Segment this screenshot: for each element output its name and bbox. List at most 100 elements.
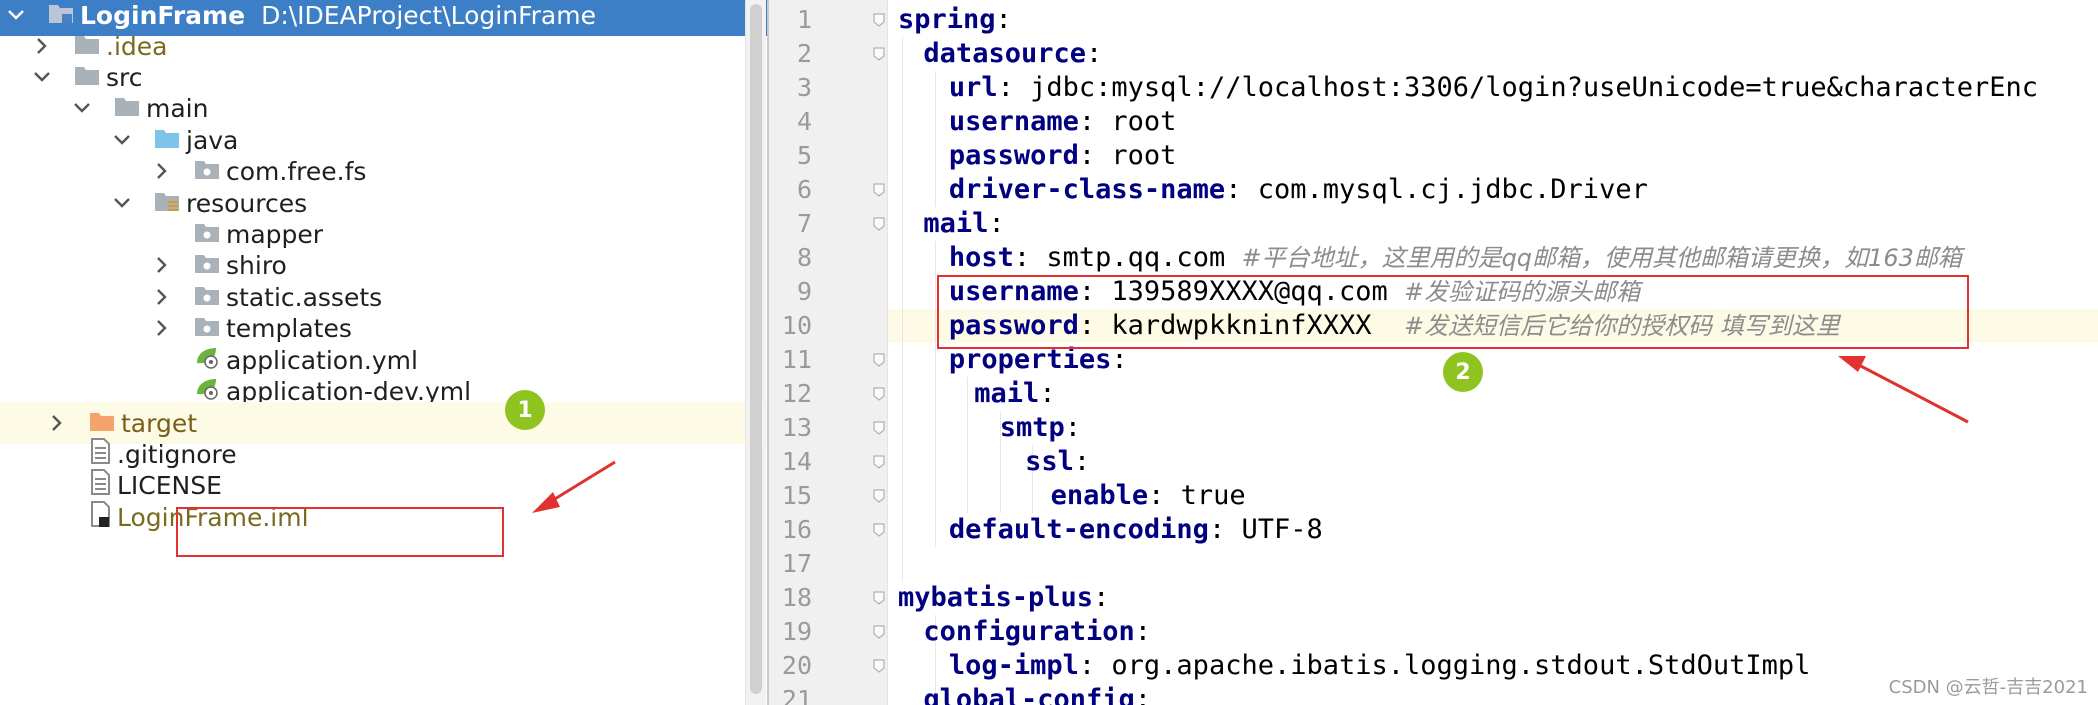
code-line[interactable]: default-encoding: UTF-8 (949, 513, 1323, 547)
fold-marker-icon[interactable] (873, 591, 885, 605)
code-line[interactable]: log-impl: org.apache.ibatis.logging.stdo… (949, 649, 1811, 683)
tree-scrollbar[interactable] (745, 0, 766, 705)
project-tree-panel: LoginFrame D:\IDEAProject\LoginFrame .id… (0, 0, 767, 705)
yaml-key: configuration (923, 616, 1135, 647)
yaml-separator: : (1078, 140, 1112, 171)
annotation-badge-1: 1 (505, 390, 545, 430)
line-number: 14 (781, 447, 812, 476)
fold-marker-icon[interactable] (873, 625, 885, 639)
yaml-key: username (948, 106, 1079, 137)
fold-marker-icon[interactable] (873, 183, 885, 197)
line-number: 9 (796, 277, 812, 306)
code-line[interactable]: host: smtp.qq.com #平台地址，这里用的是qq邮箱，使用其他邮箱… (949, 241, 1962, 275)
chevron-down-icon[interactable] (32, 67, 52, 87)
yaml-separator: : (1039, 378, 1056, 409)
yaml-key: mail (923, 208, 989, 239)
indent-guide (902, 37, 903, 581)
chevron-right-icon[interactable] (32, 36, 52, 56)
line-number: 20 (781, 651, 812, 680)
line-number: 18 (781, 583, 812, 612)
code-line[interactable]: driver-class-name: com.mysql.cj.jdbc.Dri… (949, 173, 1648, 207)
yaml-value: com.mysql.cj.jdbc.Driver (1257, 174, 1648, 205)
line-number: 19 (781, 617, 812, 646)
editor-gutter: 1 2 3 4 5 6 7 8 9 10 11 12 13 14 15 16 17 18 19 20 21 (769, 0, 888, 705)
yaml-key: datasource (923, 38, 1086, 69)
yaml-key: ssl (1025, 446, 1074, 477)
fold-marker-icon[interactable] (873, 217, 885, 231)
code-line[interactable]: enable: true (1051, 479, 1246, 513)
line-number: 12 (781, 379, 812, 408)
fold-marker-icon[interactable] (873, 387, 885, 401)
chevron-right-icon[interactable] (152, 287, 172, 307)
yaml-separator: : (988, 208, 1005, 239)
indent-guide (967, 377, 969, 513)
yaml-separator: : (1093, 582, 1110, 613)
line-number: 10 (781, 311, 812, 340)
fold-marker-icon[interactable] (873, 13, 885, 27)
yaml-key: spring (898, 4, 996, 35)
line-number: 11 (781, 345, 812, 374)
yaml-value: org.apache.ibatis.logging.stdout.StdOutI… (1111, 650, 1811, 681)
annotation-highlight-box (937, 275, 1969, 349)
yaml-separator: : (1134, 684, 1152, 705)
fold-marker-icon[interactable] (873, 353, 885, 367)
code-line[interactable]: datasource: (923, 37, 1102, 71)
yaml-value: true (1180, 480, 1246, 511)
chevron-down-icon[interactable] (112, 130, 132, 150)
yaml-key: password (948, 140, 1079, 171)
code-line[interactable]: spring: (898, 3, 1012, 37)
watermark: CSDN @云哲-吉吉2021 (1888, 677, 2088, 698)
yaml-key: enable (1050, 480, 1149, 511)
yaml-separator: : (997, 72, 1031, 103)
code-line[interactable]: mybatis-plus: (898, 581, 1109, 615)
yaml-separator: : (1078, 650, 1112, 681)
code-line[interactable]: url: jdbc:mysql://localhost:3306/login?u… (949, 71, 2038, 105)
line-number: 17 (781, 549, 812, 578)
code-line[interactable]: ssl: (1025, 445, 1090, 479)
code-line[interactable]: mail: (923, 207, 1004, 241)
fold-marker-icon[interactable] (873, 489, 885, 503)
line-number: 15 (781, 481, 812, 510)
annotation-badge-2: 2 (1443, 352, 1483, 392)
line-number: 13 (781, 413, 812, 442)
chevron-right-icon[interactable] (152, 161, 172, 181)
yaml-separator: : (1225, 174, 1258, 205)
yaml-key: host (948, 242, 1014, 273)
code-line[interactable]: username: root (949, 105, 1177, 139)
chevron-down-icon[interactable] (72, 98, 92, 118)
line-number: 5 (796, 141, 812, 170)
code-line[interactable]: mail: (974, 377, 1055, 411)
chevron-down-icon[interactable] (6, 5, 26, 25)
chevron-right-icon[interactable] (47, 413, 67, 433)
line-number: 4 (796, 107, 812, 136)
fold-marker-icon[interactable] (873, 421, 885, 435)
yaml-separator: : (1208, 514, 1242, 545)
chevron-down-icon[interactable] (112, 193, 132, 213)
code-line[interactable]: smtp: (1000, 411, 1081, 445)
line-number: 6 (796, 175, 812, 204)
yaml-comment: #平台地址，这里用的是qq邮箱，使用其他邮箱请更换，如163邮箱 (1241, 244, 1962, 272)
line-number: 16 (781, 515, 812, 544)
yaml-key: driver-class-name (948, 174, 1226, 205)
line-number: 21 (781, 685, 812, 705)
indent-guide (934, 241, 936, 547)
yaml-key: mail (974, 378, 1040, 409)
line-number: 8 (796, 243, 812, 272)
fold-marker-icon[interactable] (873, 523, 885, 537)
chevron-right-icon[interactable] (152, 318, 172, 338)
yaml-key: url (948, 72, 998, 103)
code-line[interactable]: global-config: (923, 683, 1151, 705)
fold-marker-icon[interactable] (873, 47, 885, 61)
code-editor[interactable]: 1 2 3 4 5 6 7 8 9 10 11 12 13 14 15 16 17 18 19 20 21 spring… (767, 0, 2098, 705)
code-line[interactable]: configuration: (923, 615, 1151, 649)
line-number: 2 (796, 39, 812, 68)
chevron-right-icon[interactable] (152, 255, 172, 275)
yaml-value: root (1111, 106, 1177, 137)
yaml-key: global-config (923, 684, 1135, 705)
scrollbar-thumb[interactable] (750, 4, 762, 694)
fold-marker-icon[interactable] (873, 659, 885, 673)
code-line[interactable]: password: root (949, 139, 1177, 173)
yaml-separator: : (1134, 616, 1152, 647)
fold-marker-icon[interactable] (873, 455, 885, 469)
yaml-key: log-impl (948, 650, 1079, 681)
